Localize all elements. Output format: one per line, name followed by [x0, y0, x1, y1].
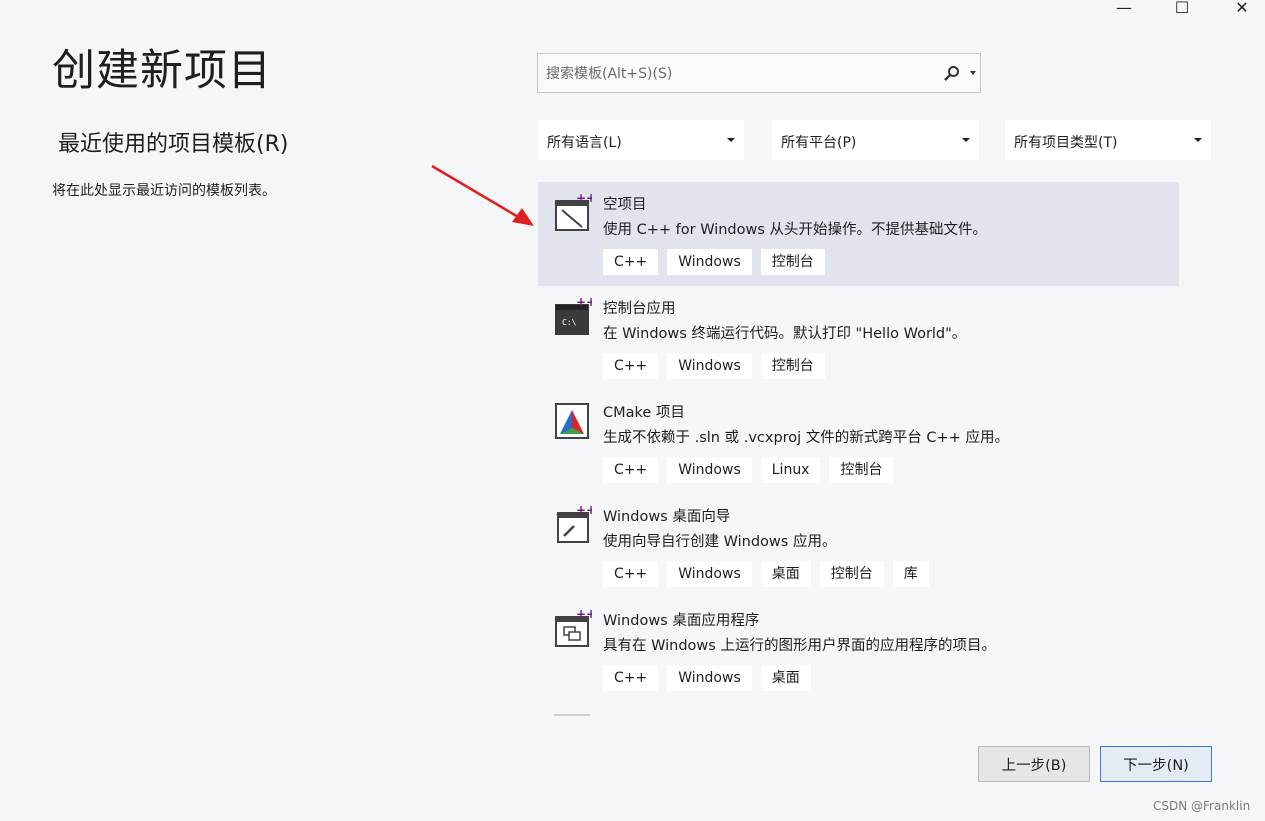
template-name: CMake 项目	[603, 405, 685, 421]
close-button[interactable]: ✕	[1220, 0, 1264, 17]
search-icon[interactable]	[942, 64, 962, 84]
template-name: 控制台应用	[603, 301, 676, 317]
tag-badge: 控制台	[829, 457, 894, 483]
template-name: Windows 桌面向导	[603, 509, 731, 525]
template-tags: C++ Windows 控制台	[603, 249, 825, 275]
desktop-app-icon: ++	[555, 610, 592, 647]
platform-filter-dropdown[interactable]: 所有平台(P)	[772, 120, 979, 160]
template-item-desktop-wizard[interactable]: ✦ ++ Windows 桌面向导 使用向导自行创建 Windows 应用。 C…	[538, 494, 1179, 598]
search-box[interactable]	[537, 53, 981, 94]
maximize-button[interactable]: ☐	[1160, 0, 1204, 17]
tag-badge: 控制台	[819, 561, 884, 587]
chevron-down-icon	[727, 138, 735, 142]
recent-templates-empty-text: 将在此处显示最近访问的模板列表。	[52, 183, 276, 199]
template-description: 使用向导自行创建 Windows 应用。	[603, 534, 837, 550]
template-description: 具有在 Windows 上运行的图形用户界面的应用程序的项目。	[603, 638, 996, 654]
svg-text:++: ++	[576, 194, 592, 205]
watermark: CSDN @Franklin	[1153, 799, 1251, 813]
tag-badge: 库	[892, 561, 929, 587]
template-name: Windows 桌面应用程序	[603, 613, 760, 629]
tag-badge: 控制台	[760, 353, 825, 379]
tag-badge: C++	[603, 561, 659, 587]
template-tags: C++ Windows 桌面 控制台 库	[603, 561, 929, 587]
template-tags: C++ Windows 控制台	[603, 353, 825, 379]
red-annotation-arrow-icon	[431, 164, 534, 226]
svg-text:++: ++	[576, 610, 592, 621]
tag-badge: Windows	[667, 561, 752, 587]
chevron-down-icon	[1194, 138, 1202, 142]
console-app-icon: C:\ ++	[555, 298, 592, 335]
tag-badge: 控制台	[760, 249, 825, 275]
template-item-cmake-project[interactable]: CMake 项目 生成不依赖于 .sln 或 .vcxproj 文件的新式跨平台…	[538, 390, 1179, 494]
template-description: 在 Windows 终端运行代码。默认打印 "Hello World"。	[603, 326, 967, 342]
tag-badge: Linux	[760, 457, 821, 483]
minimize-button[interactable]: —	[1102, 0, 1146, 17]
svg-text:++: ++	[576, 298, 592, 309]
svg-text:C:\: C:\	[562, 318, 577, 327]
template-list[interactable]: ++ 空项目 使用 C++ for Windows 从头开始操作。不提供基础文件…	[538, 182, 1180, 716]
project-type-filter-dropdown[interactable]: 所有项目类型(T)	[1005, 120, 1211, 160]
back-button[interactable]: 上一步(B)	[978, 746, 1090, 782]
search-options-dropdown-icon[interactable]	[970, 71, 976, 75]
recent-templates-heading: 最近使用的项目模板(R)	[58, 132, 289, 157]
tag-badge: Windows	[667, 665, 752, 691]
template-tags: C++ Windows 桌面	[603, 665, 811, 691]
platform-filter-label: 所有平台(P)	[781, 135, 857, 151]
next-button[interactable]: 下一步(N)	[1100, 746, 1212, 782]
desktop-wizard-icon: ✦ ++	[555, 506, 592, 543]
language-filter-dropdown[interactable]: 所有语言(L)	[538, 120, 744, 160]
empty-project-icon: ++	[555, 194, 592, 231]
svg-text:++: ++	[576, 506, 592, 517]
page-title: 创建新项目	[52, 46, 272, 96]
project-type-filter-label: 所有项目类型(T)	[1014, 135, 1118, 151]
template-item-empty-project[interactable]: ++ 空项目 使用 C++ for Windows 从头开始操作。不提供基础文件…	[538, 182, 1179, 286]
tag-badge: C++	[603, 249, 659, 275]
language-filter-label: 所有语言(L)	[547, 135, 622, 151]
template-item-console-app[interactable]: C:\ ++ 控制台应用 在 Windows 终端运行代码。默认打印 "Hell…	[538, 286, 1179, 390]
tag-badge: C++	[603, 665, 659, 691]
tag-badge: C++	[603, 457, 659, 483]
template-description: 使用 C++ for Windows 从头开始操作。不提供基础文件。	[603, 222, 988, 238]
tag-badge: C++	[603, 353, 659, 379]
tag-badge: Windows	[667, 249, 752, 275]
svg-text:✦: ✦	[555, 511, 563, 521]
template-item-desktop-app[interactable]: ++ Windows 桌面应用程序 具有在 Windows 上运行的图形用户界面…	[538, 598, 1179, 702]
template-name: 空项目	[603, 197, 647, 213]
tag-badge: Windows	[667, 353, 752, 379]
tag-badge: 桌面	[760, 665, 811, 691]
template-tags: C++ Windows Linux 控制台	[603, 457, 894, 483]
chevron-down-icon	[962, 138, 970, 142]
partially-visible-template-icon	[554, 714, 590, 716]
search-input[interactable]	[544, 54, 938, 94]
tag-badge: 桌面	[760, 561, 811, 587]
template-description: 生成不依赖于 .sln 或 .vcxproj 文件的新式跨平台 C++ 应用。	[603, 430, 1009, 446]
tag-badge: Windows	[667, 457, 752, 483]
cmake-icon	[555, 403, 589, 439]
